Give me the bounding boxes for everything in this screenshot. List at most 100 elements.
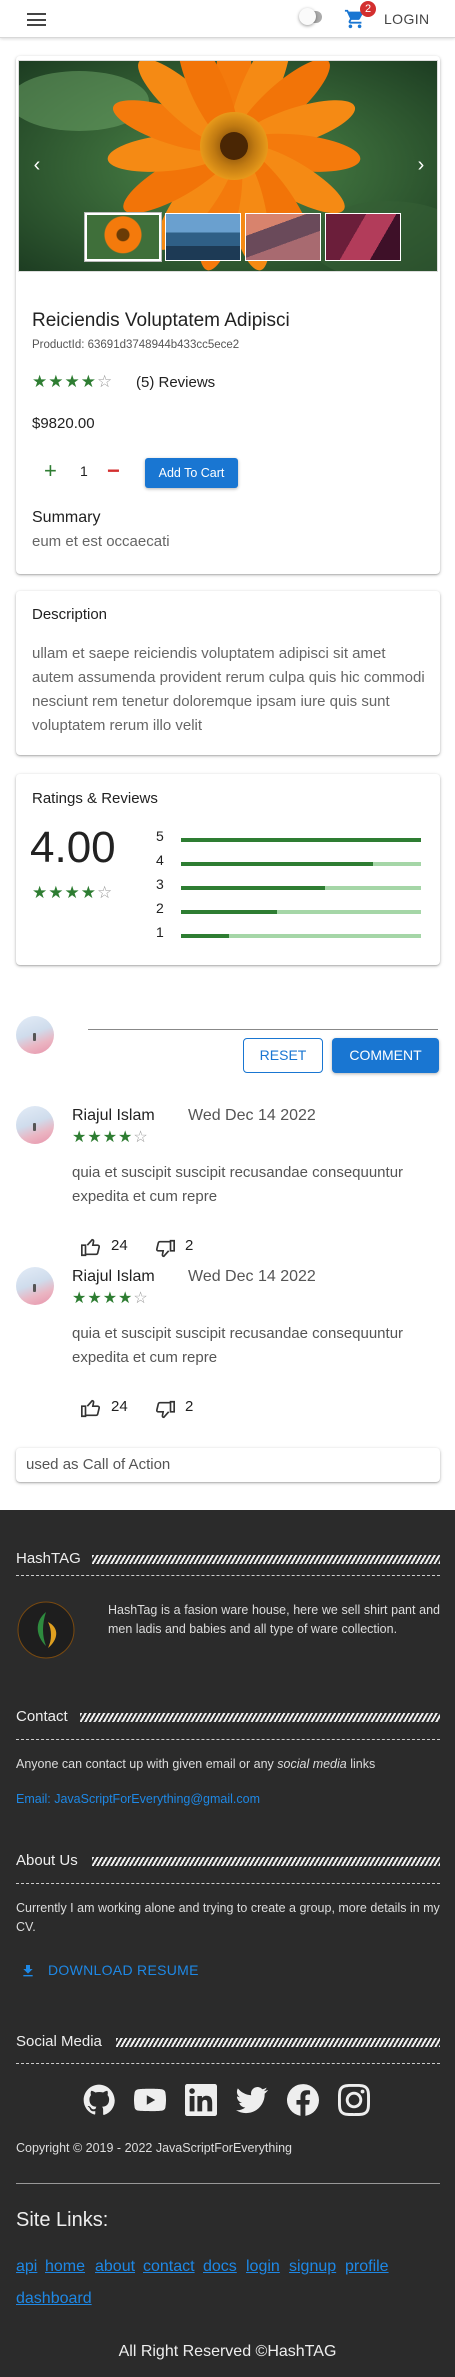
contact-text: Anyone can contact up with given email o… xyxy=(16,1757,376,1771)
summary-heading: Summary xyxy=(32,509,101,526)
rating-bar-label: 3 xyxy=(156,876,164,892)
thumbnail-flower[interactable] xyxy=(84,212,162,262)
like-icon[interactable] xyxy=(80,1397,102,1419)
contact-heading: Contact xyxy=(16,1708,68,1725)
rating-bar-track xyxy=(181,934,421,938)
divider xyxy=(16,2183,440,2184)
cart-count-badge: 2 xyxy=(360,1,376,17)
rating-bar-5: 5 xyxy=(156,828,426,846)
comment-button[interactable]: COMMENT xyxy=(332,1038,439,1073)
current-user-avatar xyxy=(16,1016,54,1054)
github-icon[interactable] xyxy=(83,2084,115,2116)
comment-input[interactable] xyxy=(88,1029,438,1030)
rating-bar-1: 1 xyxy=(156,924,426,942)
rating-bar-track xyxy=(181,886,421,890)
review-date: Wed Dec 14 2022 xyxy=(188,1268,316,1285)
instagram-icon[interactable] xyxy=(338,2084,370,2116)
rating-bar-4: 4 xyxy=(156,852,426,870)
site-link-contact[interactable]: contact xyxy=(143,2258,195,2276)
review-stars: ★★★★☆ xyxy=(72,1129,149,1146)
site-link-signup[interactable]: signup xyxy=(289,2258,336,2276)
login-button[interactable]: LOGIN xyxy=(384,11,430,27)
rating-bar-2: 2 xyxy=(156,900,426,918)
contact-email-link[interactable]: Email: JavaScriptForEverything@gmail.com xyxy=(16,1790,260,1809)
reset-button[interactable]: RESET xyxy=(243,1038,323,1073)
like-icon[interactable] xyxy=(80,1236,102,1258)
description-heading: Description xyxy=(32,606,108,623)
site-link-dashboard[interactable]: dashboard xyxy=(16,2290,92,2308)
site-link-home[interactable]: home xyxy=(45,2258,85,2276)
heading-decoration xyxy=(92,1857,440,1866)
brand-heading: HashTAG xyxy=(16,1550,81,1567)
review-text: quia et suscipit suscipit recusandae con… xyxy=(72,1164,404,1205)
download-resume-button[interactable]: DOWNLOAD RESUME xyxy=(48,1961,199,1980)
divider xyxy=(16,1883,440,1884)
reviewer-avatar xyxy=(16,1267,54,1305)
divider xyxy=(16,1575,440,1576)
site-link-login[interactable]: login xyxy=(246,2258,280,2276)
about-heading: About Us xyxy=(16,1852,78,1869)
product-image-gallery: ‹ › xyxy=(18,60,438,272)
copyright: Copyright © 2019 - 2022 JavaScriptForEve… xyxy=(16,2141,293,2155)
quantity-value: 1 xyxy=(80,463,88,479)
site-link-profile[interactable]: profile xyxy=(345,2258,389,2276)
add-to-cart-button[interactable]: Add To Cart xyxy=(145,458,238,488)
rating-bar-label: 2 xyxy=(156,900,164,916)
gallery-next-arrow[interactable]: › xyxy=(411,154,431,177)
twitter-icon[interactable] xyxy=(236,2084,268,2116)
rating-bar-fill xyxy=(181,886,325,890)
like-count: 24 xyxy=(111,1237,128,1254)
rating-bar-track xyxy=(181,862,421,866)
heading-decoration xyxy=(92,1555,440,1564)
reviewer-name: Riajul Islam xyxy=(72,1268,155,1285)
thumbnail-coast[interactable] xyxy=(165,213,241,261)
youtube-icon[interactable] xyxy=(134,2084,166,2116)
average-rating-stars: ★★★★☆ xyxy=(32,883,114,902)
rating-bar-track xyxy=(181,838,421,842)
rating-bar-fill xyxy=(181,862,373,866)
menu-icon[interactable] xyxy=(27,13,46,26)
thumbnail-berries[interactable] xyxy=(325,213,401,261)
summary-text: eum et est occaecati xyxy=(32,533,170,550)
call-to-action[interactable]: used as Call of Action xyxy=(16,1448,440,1482)
review-date: Wed Dec 14 2022 xyxy=(188,1107,316,1124)
divider xyxy=(16,2063,440,2064)
rights-reserved: All Right Reserved ©HashTAG xyxy=(118,2343,337,2360)
rating-bar-label: 5 xyxy=(156,828,164,844)
like-count: 24 xyxy=(111,1398,128,1415)
brand-description: HashTag is a fasion ware house, here we … xyxy=(108,1603,440,1636)
divider xyxy=(16,1739,440,1740)
rating-bar-3: 3 xyxy=(156,876,426,894)
dislike-count: 2 xyxy=(185,1237,194,1254)
decrease-quantity-button[interactable]: − xyxy=(107,460,120,482)
gallery-prev-arrow[interactable]: ‹ xyxy=(27,154,47,177)
rating-bar-fill xyxy=(181,838,421,842)
brand-logo xyxy=(17,1601,75,1659)
about-text: Currently I am working alone and trying … xyxy=(16,1901,440,1934)
product-rating-stars: ★★★★☆ xyxy=(32,372,114,391)
heading-decoration xyxy=(80,1713,440,1722)
rating-bar-label: 4 xyxy=(156,852,164,868)
rating-bar-fill xyxy=(181,910,277,914)
product-price: $9820.00 xyxy=(32,415,95,432)
reviewer-avatar xyxy=(16,1106,54,1144)
dislike-icon[interactable] xyxy=(154,1238,176,1260)
reviews-count: (5) Reviews xyxy=(136,374,216,391)
site-link-api[interactable]: api xyxy=(16,2258,37,2276)
rating-bar-fill xyxy=(181,934,229,938)
review-text: quia et suscipit suscipit recusandae con… xyxy=(72,1325,404,1366)
theme-toggle[interactable] xyxy=(299,8,322,25)
rating-bar-track xyxy=(181,910,421,914)
linkedin-icon[interactable] xyxy=(185,2084,217,2116)
product-title: Reiciendis Voluptatem Adipisci xyxy=(32,310,290,331)
app-bar: 2 LOGIN xyxy=(0,0,455,38)
dislike-icon[interactable] xyxy=(154,1399,176,1421)
product-id: ProductId: 63691d3748944b433cc5ece2 xyxy=(32,339,240,351)
dislike-count: 2 xyxy=(185,1398,194,1415)
site-link-docs[interactable]: docs xyxy=(203,2258,237,2276)
facebook-icon[interactable] xyxy=(287,2084,319,2116)
increase-quantity-button[interactable]: + xyxy=(44,460,57,482)
thumbnail-rocks[interactable] xyxy=(245,213,321,261)
site-link-about[interactable]: about xyxy=(95,2258,135,2276)
rating-bar-label: 1 xyxy=(156,924,164,940)
